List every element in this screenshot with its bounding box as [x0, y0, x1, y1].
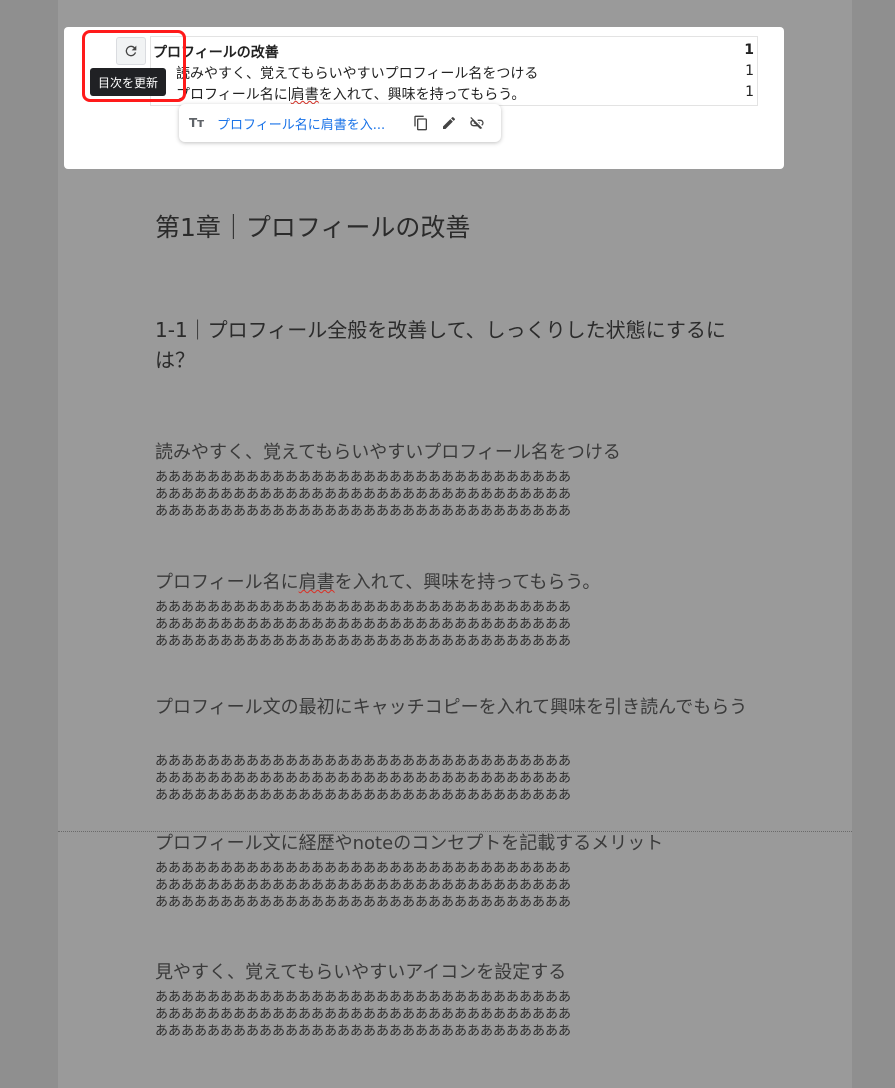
link-bubble: Tт プロフィール名に肩書を入...: [179, 104, 501, 142]
paragraph-line: ああああああああああああああああああああああああああああああああ: [155, 617, 572, 632]
toc-entry-title: 読みやすく、覚えてもらいやすいプロフィール名をつける: [176, 66, 539, 82]
heading-part: プロフィール名に: [155, 572, 299, 593]
toc-entry-page: 1: [745, 63, 754, 79]
toc-entry-page: 1: [744, 42, 754, 58]
toc-entry-page: 1: [745, 84, 754, 100]
highlight-annotation: [82, 30, 186, 102]
copy-icon[interactable]: [407, 115, 435, 131]
paragraph: ああああああああああああああああああああああああああああああああ あああああああ…: [155, 860, 571, 911]
toc-entry[interactable]: プロフィール名に 肩書を入れて、興味を持ってもらう。 1: [176, 84, 756, 104]
subsection-heading: プロフィール文の最初にキャッチコピーを入れて興味を引き読んでもらう: [155, 697, 748, 718]
text-cursor: [288, 87, 290, 101]
toc-entry-title-part: プロフィール名に: [176, 87, 288, 103]
paragraph-line: ああああああああああああああああああああああああああああああああ: [155, 788, 572, 803]
section-heading: 1-1｜プロフィール全般を改善して、しっくりした状態にするには？: [155, 318, 726, 372]
paragraph-line: ああああああああああああああああああああああああああああああああ: [155, 754, 572, 769]
unlink-icon[interactable]: [463, 115, 491, 131]
paragraph-line: ああああああああああああああああああああああああああああああああ: [155, 895, 572, 910]
paragraph-line: ああああああああああああああああああああああああああああああああ: [155, 771, 572, 786]
paragraph-line: ああああああああああああああああああああああああああああああああ: [155, 600, 572, 615]
paragraph: ああああああああああああああああああああああああああああああああ あああああああ…: [155, 989, 571, 1040]
paragraph-line: ああああああああああああああああああああああああああああああああ: [155, 861, 572, 876]
paragraph-line: ああああああああああああああああああああああああああああああああ: [155, 504, 572, 519]
paragraph: ああああああああああああああああああああああああああああああああ あああああああ…: [155, 599, 571, 650]
subsection-heading: プロフィール名に肩書を入れて、興味を持ってもらう。: [155, 568, 600, 594]
paragraph-line: ああああああああああああああああああああああああああああああああ: [155, 634, 572, 649]
toc-entry-title: プロフィール名に 肩書を入れて、興味を持ってもらう。: [176, 84, 525, 104]
paragraph-line: ああああああああああああああああああああああああああああああああ: [155, 878, 572, 893]
subsection-heading: プロフィール文に経歴やnoteのコンセプトを記載するメリット: [155, 833, 664, 854]
text-style-icon[interactable]: Tт: [189, 116, 217, 130]
subsection-heading: 読みやすく、覚えてもらいやすいプロフィール名をつける: [155, 442, 621, 463]
misspelled-word: 肩書: [290, 87, 319, 103]
paragraph: ああああああああああああああああああああああああああああああああ あああああああ…: [155, 753, 571, 804]
toc-entry[interactable]: 読みやすく、覚えてもらいやすいプロフィール名をつける 1: [176, 63, 756, 83]
edit-icon[interactable]: [435, 115, 463, 131]
heading-part: を入れて、興味を持ってもらう。: [334, 572, 601, 593]
paragraph-line: ああああああああああああああああああああああああああああああああ: [155, 1024, 572, 1039]
misspelled-word: 肩書: [298, 572, 335, 593]
paragraph-line: ああああああああああああああああああああああああああああああああ: [155, 487, 572, 502]
paragraph-line: ああああああああああああああああああああああああああああああああ: [155, 1007, 572, 1022]
toc-entry-title-part: を入れて、興味を持ってもらう。: [318, 87, 526, 103]
link-text[interactable]: プロフィール名に肩書を入...: [217, 114, 407, 133]
subsection-heading: 見やすく、覚えてもらいやすいアイコンを設定する: [155, 962, 567, 983]
toc-entry[interactable]: プロフィールの改善 1: [153, 42, 756, 62]
paragraph-line: ああああああああああああああああああああああああああああああああ: [155, 470, 572, 485]
paragraph-line: ああああああああああああああああああああああああああああああああ: [155, 990, 572, 1005]
chapter-heading: 第1章｜プロフィールの改善: [155, 213, 471, 242]
paragraph: ああああああああああああああああああああああああああああああああ あああああああ…: [155, 469, 571, 520]
